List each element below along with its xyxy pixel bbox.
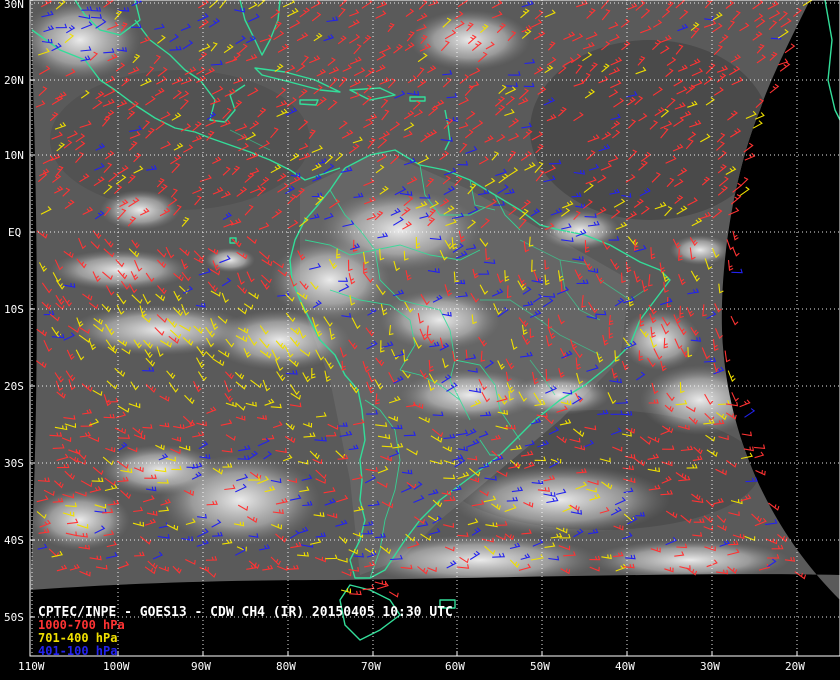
wind-barb bbox=[744, 408, 756, 418]
pressure-legend: 1000-700 hPa 701-400 hPa 401-100 hPa bbox=[38, 618, 125, 658]
wind-barb bbox=[744, 152, 756, 161]
legend-high-level: 401-100 hPa bbox=[38, 644, 117, 658]
wind-barb bbox=[738, 186, 750, 197]
wind-barb bbox=[739, 399, 751, 408]
wind-barb bbox=[754, 444, 766, 450]
lon-label: 100W bbox=[103, 660, 130, 673]
wind-barb bbox=[730, 315, 739, 326]
longitude-labels: 110W 100W 90W 80W 70W 60W 50W 40W 30W 20… bbox=[18, 660, 805, 673]
lat-label: 30S bbox=[4, 457, 24, 470]
wind-barb bbox=[755, 470, 766, 476]
lon-label: 80W bbox=[276, 660, 296, 673]
wind-barb bbox=[743, 446, 754, 452]
wind-barb bbox=[741, 431, 752, 437]
wind-barb bbox=[388, 591, 399, 598]
lon-label: 90W bbox=[191, 660, 211, 673]
wind-barb bbox=[769, 83, 780, 94]
lon-label: 110W bbox=[18, 660, 45, 673]
wind-barb bbox=[374, 580, 387, 586]
lat-label: EQ bbox=[8, 226, 21, 239]
legend-mid-level: 701-400 hPa bbox=[38, 631, 117, 645]
wind-barb bbox=[731, 392, 739, 402]
lat-label: 30N bbox=[4, 0, 24, 11]
latitude-labels: 30N 20N 10N EQ 10S 20S 30S 40S 50S bbox=[4, 0, 24, 624]
lon-label: 20W bbox=[785, 660, 805, 673]
wind-barb bbox=[754, 451, 765, 459]
wind-barb bbox=[732, 230, 739, 241]
lon-label: 30W bbox=[700, 660, 720, 673]
lat-label: 10N bbox=[4, 149, 24, 162]
wind-barb bbox=[724, 350, 731, 363]
legend-low-level: 1000-700 hPa bbox=[38, 618, 125, 632]
lat-label: 20S bbox=[4, 380, 24, 393]
lat-label: 20N bbox=[4, 74, 24, 87]
lon-label: 70W bbox=[361, 660, 381, 673]
wind-barb bbox=[740, 177, 749, 187]
wind-barb bbox=[731, 268, 743, 274]
wind-barb bbox=[362, 584, 375, 591]
wind-barb bbox=[727, 260, 734, 272]
lat-label: 50S bbox=[4, 611, 24, 624]
lat-label: 10S bbox=[4, 303, 24, 316]
wind-barb bbox=[732, 246, 740, 257]
lon-label: 50W bbox=[530, 660, 550, 673]
lat-label: 40S bbox=[4, 534, 24, 547]
satellite-wind-map: 30N 20N 10N EQ 10S 20S 30S 40S 50S 110W … bbox=[0, 0, 840, 680]
lon-label: 60W bbox=[445, 660, 465, 673]
lon-label: 40W bbox=[615, 660, 635, 673]
wind-barb bbox=[727, 370, 736, 383]
map-canvas: 30N 20N 10N EQ 10S 20S 30S 40S 50S 110W … bbox=[4, 0, 840, 673]
